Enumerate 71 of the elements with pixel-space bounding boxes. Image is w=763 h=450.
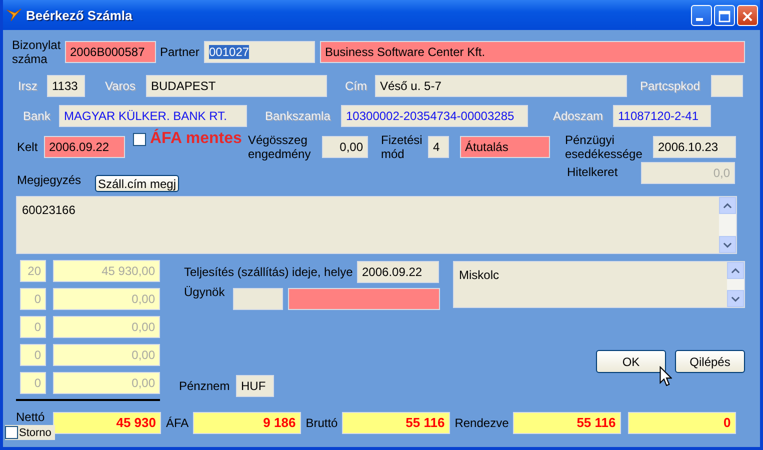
payment-code-field[interactable]: 4: [428, 136, 449, 158]
total-field: 55 116: [342, 412, 450, 434]
vat-exempt-checkbox[interactable]: [133, 133, 146, 146]
street-field[interactable]: Véső u. 5-7: [375, 75, 627, 97]
total-field: 55 116: [512, 412, 621, 434]
currency-field[interactable]: HUF: [236, 375, 274, 397]
vat-exempt-label: ÁFA mentes: [150, 130, 243, 148]
storno-checkbox[interactable]: Storno: [5, 425, 55, 440]
scroll-up-button[interactable]: [719, 197, 736, 214]
scroll-down-button[interactable]: [727, 290, 744, 307]
total-field: 9 186: [192, 412, 301, 434]
agent-label: Ügynök: [184, 285, 226, 299]
caret-up-icon: [723, 202, 732, 208]
bank-field[interactable]: MAGYAR KÜLKER. BANK RT.: [59, 105, 247, 127]
window-title: Beérkező Számla: [26, 8, 132, 22]
note-text: 60023166: [21, 202, 76, 219]
exit-button[interactable]: Qilépés: [675, 350, 745, 373]
partner-group-field[interactable]: [711, 75, 743, 97]
total-label: Bruttó: [306, 416, 338, 430]
zip-label: Irsz: [18, 79, 38, 93]
bank-account-label: Bankszamla: [265, 109, 332, 123]
total-field: 0: [628, 412, 736, 434]
document-number-field[interactable]: 2006B000587: [65, 41, 156, 63]
scroll-up-button[interactable]: [727, 262, 744, 279]
note-text-area[interactable]: 60023166: [16, 196, 737, 254]
bank-account-field[interactable]: 10300002-20354734-00003285: [341, 105, 528, 127]
issue-date-field[interactable]: 2006.09.22: [44, 136, 125, 158]
payment-method-label: Fizetési mód: [381, 133, 424, 161]
delivery-place-text-area[interactable]: Miskolc: [453, 261, 745, 308]
agent-name-field[interactable]: [288, 288, 440, 310]
zip-field[interactable]: 1133: [47, 75, 85, 97]
currency-label: Pénznem: [179, 379, 231, 393]
mouse-pointer-icon: [659, 366, 672, 387]
city-field[interactable]: BUDAPEST: [146, 75, 327, 97]
payment-method-field[interactable]: Átutalás: [460, 136, 550, 158]
agent-code-field[interactable]: [233, 288, 283, 310]
tax-number-label: Adoszam: [553, 109, 604, 123]
discount-label: Végösszeg engedmény: [248, 133, 312, 161]
minimize-button[interactable]: [691, 4, 712, 26]
bank-label: Bank: [23, 109, 52, 123]
street-label: Cím: [345, 79, 368, 93]
delivery-date-field[interactable]: 2006.09.22: [357, 261, 439, 283]
close-button[interactable]: [737, 4, 758, 26]
caret-down-icon: [723, 242, 732, 248]
partner-name-field[interactable]: Business Software Center Kft.: [320, 41, 745, 63]
delivery-label: Teljesítés (szállítás) ideje, helye: [184, 265, 354, 279]
partner-code-field[interactable]: 001027: [204, 41, 315, 63]
maximize-button[interactable]: [714, 4, 735, 26]
delivery-place-text: Miskolc: [458, 267, 500, 284]
due-date-label: Pénzügyi esedékessége: [565, 133, 644, 161]
shipping-address-note-button[interactable]: Száll.cím megj: [95, 175, 179, 192]
minimize-icon: [696, 18, 703, 20]
total-label: Rendezve: [454, 416, 509, 430]
due-date-field[interactable]: 2006.10.23: [653, 136, 736, 158]
issue-date-label: Kelt: [17, 140, 39, 154]
tax-number-field[interactable]: 11087120-2-41: [613, 105, 711, 127]
city-label: Varos: [105, 79, 136, 93]
note-label: Megjegyzés: [17, 173, 82, 187]
credit-limit-label: Hitelkeret: [567, 165, 619, 179]
partner-group-label: Partcspkod: [640, 79, 702, 93]
scroll-down-button[interactable]: [719, 236, 736, 253]
document-number-label: Bizonylat száma: [12, 38, 60, 66]
total-label: ÁFA: [166, 416, 189, 430]
partner-label: Partner: [160, 45, 200, 59]
total-field: 45 930: [53, 412, 161, 434]
bird-icon: [6, 7, 22, 23]
net-label: Nettó: [16, 410, 46, 424]
caret-down-icon: [731, 296, 740, 302]
ok-button[interactable]: OK: [596, 350, 666, 373]
discount-field[interactable]: 0,00: [322, 136, 368, 158]
caret-up-icon: [731, 268, 740, 274]
